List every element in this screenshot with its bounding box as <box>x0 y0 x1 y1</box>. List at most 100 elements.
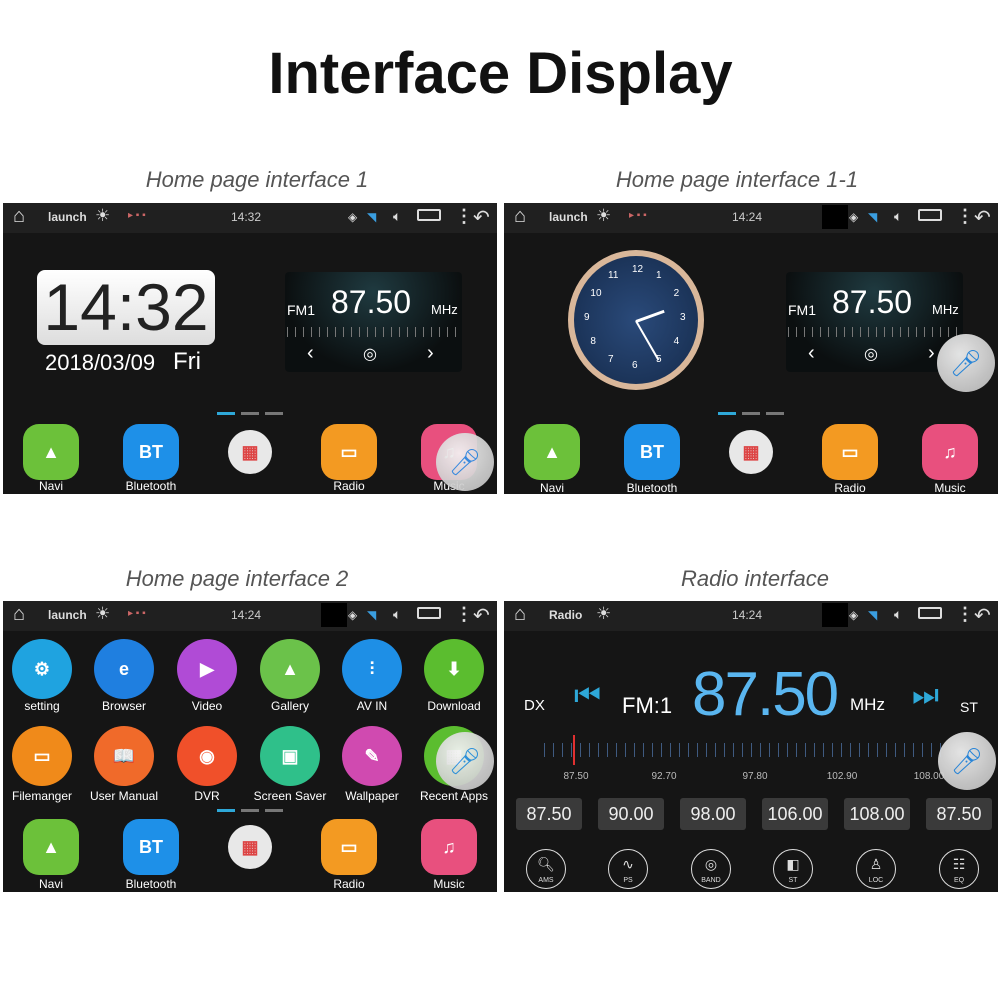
volume-icon[interactable]: 🔈︎ <box>894 208 902 225</box>
back-icon[interactable]: ↶ <box>473 603 490 628</box>
clock-numeral: 9 <box>584 312 590 323</box>
preset-button[interactable]: 106.00 <box>762 798 828 830</box>
dock-app-bluetooth[interactable]: BT <box>123 424 179 480</box>
brightness-icon[interactable]: ☀ <box>596 206 611 226</box>
home-icon[interactable]: ⌂ <box>13 603 25 626</box>
menu-icon[interactable]: ⋮ <box>455 206 473 227</box>
app-gallery[interactable]: ▲ <box>260 639 320 699</box>
page-indicator[interactable] <box>265 809 283 812</box>
back-icon[interactable]: ↶ <box>974 205 991 230</box>
button-label: PS <box>623 877 633 884</box>
volume-icon[interactable]: 🔈︎ <box>894 606 902 623</box>
volume-icon[interactable]: 🔈︎ <box>393 208 401 225</box>
page-indicator[interactable] <box>742 412 760 415</box>
radio-ps-icon: ∿ <box>622 856 634 872</box>
status-time: 14:24 <box>231 608 262 622</box>
app-setting[interactable]: ⚙ <box>12 639 72 699</box>
prev-icon[interactable]: ‹ <box>808 342 815 365</box>
clock-numeral: 8 <box>590 336 596 347</box>
app-av-in[interactable]: ⫶ <box>342 639 402 699</box>
voice-assistant-button[interactable]: 🎤︎ <box>937 334 995 392</box>
dock-app-navi[interactable]: ▲ <box>23 819 79 875</box>
home-icon[interactable]: ⌂ <box>514 603 526 626</box>
antenna-icon[interactable]: ◎ <box>363 344 377 364</box>
page-indicator[interactable] <box>241 809 259 812</box>
dock-app-music[interactable]: ♫ <box>922 424 978 480</box>
home-icon[interactable]: ⌂ <box>13 205 25 228</box>
dock-app-bluetooth[interactable]: BT <box>624 424 680 480</box>
recent-apps-icon[interactable] <box>918 209 942 221</box>
app-filemanger[interactable]: ▭ <box>12 726 72 786</box>
page-indicator[interactable] <box>241 412 259 415</box>
page-indicator[interactable] <box>217 412 235 415</box>
antenna-icon[interactable]: ◎ <box>864 344 878 364</box>
page-indicator[interactable] <box>217 809 235 812</box>
app-label: Recent Apps <box>419 789 489 803</box>
prev-icon[interactable]: ‹ <box>307 342 314 365</box>
radio-widget[interactable]: FM1 87.50 MHz ‹ ◎ › <box>285 272 462 372</box>
status-time: 14:32 <box>231 210 262 224</box>
page-indicator[interactable] <box>718 412 736 415</box>
menu-icon[interactable]: ⋮ <box>455 604 473 625</box>
voice-assistant-button[interactable]: 🎤︎ <box>436 433 494 491</box>
preset-button[interactable]: 90.00 <box>598 798 664 830</box>
preset-button[interactable]: 98.00 <box>680 798 746 830</box>
seek-prev-icon[interactable]: ⏮︎ <box>574 679 601 713</box>
app-wallpaper[interactable]: ✎ <box>342 726 402 786</box>
app-browser[interactable]: e <box>94 639 154 699</box>
wifi-icon: ◥ <box>868 608 878 622</box>
dock-app-music[interactable]: ♫ <box>421 819 477 875</box>
app-dvr[interactable]: ◉ <box>177 726 237 786</box>
recent-apps-icon[interactable] <box>918 607 942 619</box>
seek-next-icon[interactable]: ⏭︎ <box>912 679 939 713</box>
dock-app-apps[interactable]: ▦ <box>228 430 272 474</box>
preset-button[interactable]: 87.50 <box>516 798 582 830</box>
brightness-icon[interactable]: ☀ <box>95 206 110 226</box>
app-user-manual[interactable]: 📖 <box>94 726 154 786</box>
radio-loc-button[interactable]: ♙ LOC <box>856 849 896 889</box>
volume-icon[interactable]: 🔈︎ <box>393 606 401 623</box>
tuning-scale <box>287 327 460 337</box>
recent-apps-icon[interactable] <box>417 209 441 221</box>
back-icon[interactable]: ↶ <box>974 603 991 628</box>
page-indicator[interactable] <box>766 412 784 415</box>
back-icon[interactable]: ↶ <box>473 205 490 230</box>
dock-app-radio[interactable]: ▭ <box>321 424 377 480</box>
menu-icon[interactable]: ⋮ <box>956 206 974 227</box>
radio-unit: MHz <box>431 302 458 317</box>
page-indicator[interactable] <box>265 412 283 415</box>
preset-button[interactable]: 87.50 <box>926 798 992 830</box>
dock-app-radio[interactable]: ▭ <box>822 424 878 480</box>
app-screen-saver[interactable]: ▣ <box>260 726 320 786</box>
analog-clock-widget[interactable]: 123456789101112 <box>568 250 704 390</box>
home-icon[interactable]: ⌂ <box>514 205 526 228</box>
radio-band-icon: ◎ <box>704 856 718 872</box>
menu-icon[interactable]: ⋮ <box>956 604 974 625</box>
dock-app-navi[interactable]: ▲ <box>23 424 79 480</box>
voice-assistant-button[interactable]: 🎤︎ <box>436 732 494 790</box>
radio-eq-button[interactable]: ☷ EQ <box>939 849 979 889</box>
voice-assistant-button[interactable]: 🎤︎ <box>938 732 996 790</box>
brightness-icon[interactable]: ☀ <box>596 604 611 624</box>
dock-app-apps[interactable]: ▦ <box>729 430 773 474</box>
dock-app-apps[interactable]: ▦ <box>228 825 272 869</box>
radio-st-button[interactable]: ◧ ST <box>773 849 813 889</box>
dock-label: Bluetooth <box>626 481 678 494</box>
tuning-scale[interactable] <box>544 743 944 757</box>
button-label: BAND <box>701 877 721 884</box>
app-video[interactable]: ▶ <box>177 639 237 699</box>
scale-label: 92.70 <box>651 771 677 782</box>
digital-clock-widget[interactable]: 14:32 <box>37 270 215 345</box>
dock-app-navi[interactable]: ▲ <box>524 424 580 480</box>
dock-app-bluetooth[interactable]: BT <box>123 819 179 875</box>
radio-band-button[interactable]: ◎ BAND <box>691 849 731 889</box>
recent-apps-icon[interactable] <box>417 607 441 619</box>
dock-app-radio[interactable]: ▭ <box>321 819 377 875</box>
app-download[interactable]: ⬇ <box>424 639 484 699</box>
preset-button[interactable]: 108.00 <box>844 798 910 830</box>
radio-ams-button[interactable]: 🔍︎ AMS <box>526 849 566 889</box>
brightness-icon[interactable]: ☀ <box>95 604 110 624</box>
radio-ps-button[interactable]: ∿ PS <box>608 849 648 889</box>
next-icon[interactable]: › <box>928 342 935 365</box>
next-icon[interactable]: › <box>427 342 434 365</box>
